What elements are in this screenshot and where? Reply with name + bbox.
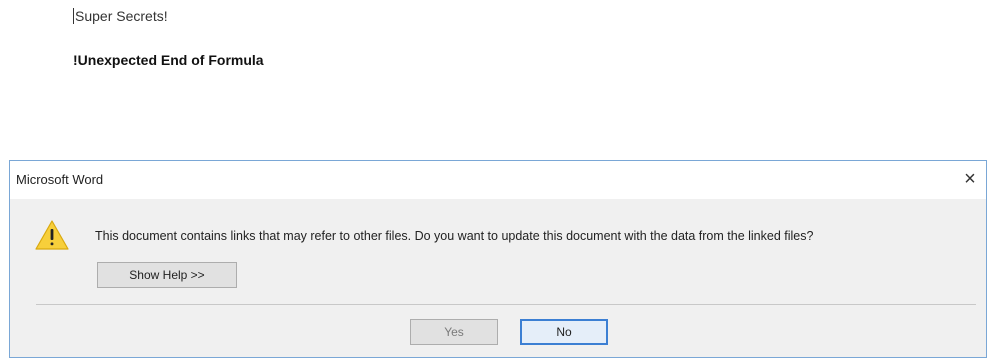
- document-text-line: Super Secrets!: [73, 8, 168, 24]
- update-links-dialog: Microsoft Word × This document contains …: [9, 160, 987, 358]
- dialog-message: This document contains links that may re…: [95, 229, 814, 243]
- dialog-title: Microsoft Word: [16, 172, 104, 187]
- warning-icon: [35, 220, 69, 250]
- yes-button[interactable]: Yes: [410, 319, 498, 345]
- dialog-titlebar: Microsoft Word ×: [10, 161, 986, 199]
- document-error-text: !Unexpected End of Formula: [73, 52, 264, 68]
- no-button[interactable]: No: [520, 319, 608, 345]
- dialog-divider: [36, 304, 976, 305]
- document-line-1: Super Secrets!: [75, 8, 168, 24]
- close-icon[interactable]: ×: [958, 167, 982, 191]
- show-help-button[interactable]: Show Help >>: [97, 262, 237, 288]
- text-cursor: [73, 8, 74, 24]
